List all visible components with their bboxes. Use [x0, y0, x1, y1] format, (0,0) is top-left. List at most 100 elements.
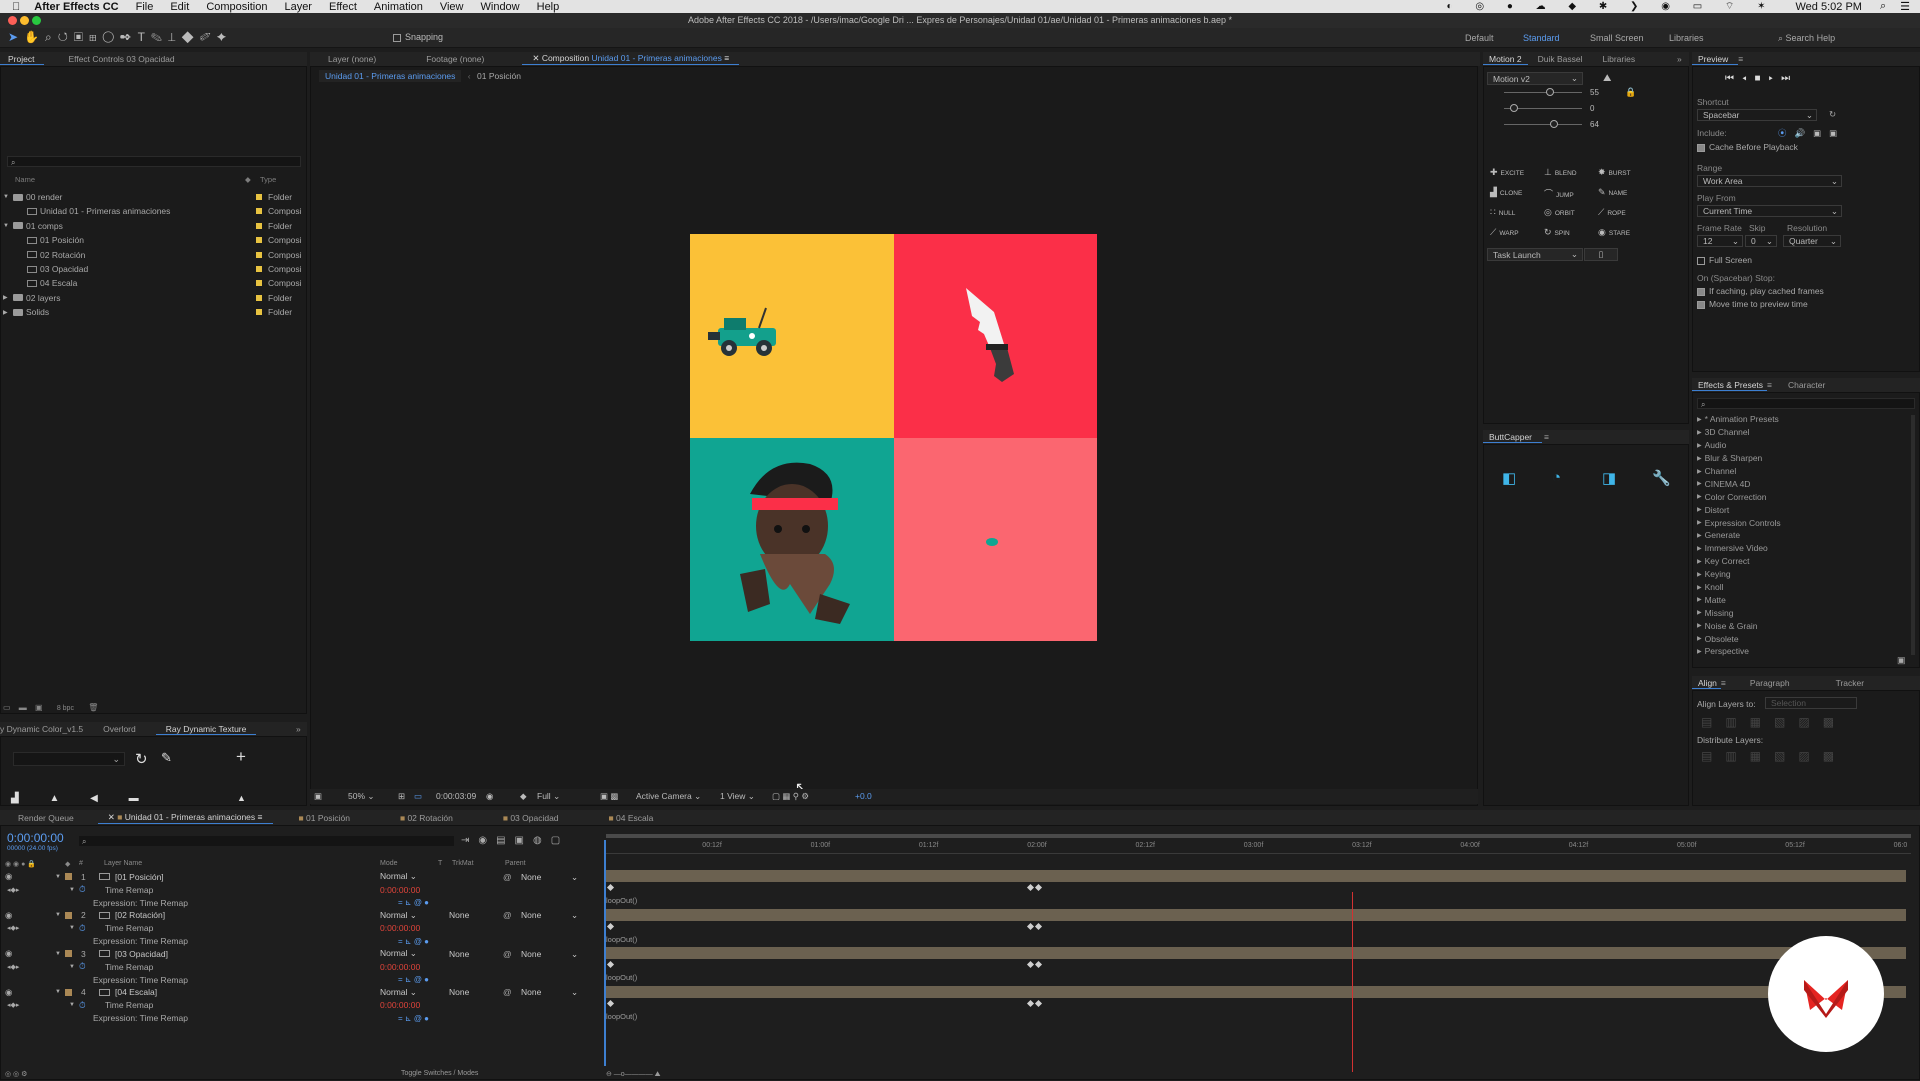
exposure-value[interactable]: +0.0: [855, 791, 872, 801]
expand-icon[interactable]: ▶: [1697, 545, 1702, 552]
brush-tool-icon[interactable]: ✎: [151, 30, 168, 44]
slider-track[interactable]: [1504, 124, 1582, 125]
project-item[interactable]: ▶ 02 layers Folder: [1, 291, 306, 305]
mode-dropdown[interactable]: Normal ⌄: [380, 871, 426, 882]
expression-text[interactable]: loopOut(): [606, 1012, 637, 1021]
time-remap-value[interactable]: 0:00:00:00: [380, 885, 420, 895]
tab-effects-presets[interactable]: Effects & Presets: [1692, 380, 1768, 391]
zoom-tool-icon[interactable]: ⌕: [45, 30, 58, 44]
stopwatch-icon[interactable]: ⏱: [79, 1000, 86, 1011]
keyframe[interactable]: [1026, 999, 1035, 1007]
shortcut-dropdown[interactable]: Spacebar ⌄: [1697, 109, 1817, 121]
skip-dropdown[interactable]: 0 ⌄: [1745, 235, 1777, 247]
cache-before-playback[interactable]: Cache Before Playback: [1697, 142, 1798, 152]
texture-tool-icons[interactable]: ▟ ▲ ◀ ▬: [11, 793, 153, 804]
tab-preview[interactable]: Preview: [1692, 54, 1739, 65]
expand-icon[interactable]: ▶: [1697, 635, 1702, 642]
motion-excite-button[interactable]: ✚ EXCITE: [1490, 167, 1524, 178]
project-item[interactable]: 02 Rotación Composi: [1, 248, 306, 262]
slider-value[interactable]: 0: [1590, 104, 1594, 113]
brush-icon[interactable]: ✎: [161, 750, 172, 766]
layer-name[interactable]: [01 Posición]: [115, 872, 164, 882]
tab-effect-controls[interactable]: Effect Controls 03 Opacidad: [44, 54, 184, 64]
tab-tracker[interactable]: Tracker: [1800, 678, 1875, 688]
effects-search[interactable]: ⌕: [1697, 398, 1915, 409]
menu-effect[interactable]: Effect: [329, 1, 357, 13]
close-icon[interactable]: ✕: [108, 812, 117, 822]
interpret-footage-icon[interactable]: ▭: [3, 703, 11, 712]
label-color-swatch[interactable]: [256, 237, 262, 244]
stopwatch-icon[interactable]: ⏱: [79, 884, 86, 895]
viewer-timecode[interactable]: 0:00:03:09: [436, 791, 476, 801]
label-color-swatch[interactable]: [256, 222, 262, 229]
label-color-swatch[interactable]: [256, 309, 262, 316]
camera-tool-icon[interactable]: ▣: [74, 30, 89, 44]
resolution-dropdown[interactable]: Quarter ⌄: [1783, 235, 1841, 247]
always-preview-icon[interactable]: ▣: [314, 791, 322, 802]
effects-category[interactable]: ▶ Audio: [1697, 439, 1897, 452]
col-layer-name[interactable]: Layer Name: [104, 860, 142, 867]
range-dropdown[interactable]: Work Area ⌄: [1697, 175, 1842, 187]
notification-icon[interactable]: ☰: [1900, 0, 1910, 13]
keyframe[interactable]: [1026, 922, 1035, 930]
expression-controls-icon[interactable]: = ⊾ @ ●: [398, 937, 429, 946]
project-item[interactable]: 01 Posición Composi: [1, 233, 306, 247]
workspace-standard[interactable]: Standard: [1523, 33, 1560, 43]
layer-name[interactable]: [02 Rotación]: [115, 910, 165, 920]
mode-dropdown[interactable]: Normal ⌄: [380, 987, 426, 998]
type-tool-icon[interactable]: T: [138, 30, 151, 44]
label-color-swatch[interactable]: [256, 251, 262, 258]
expand-icon[interactable]: ▶: [1697, 429, 1702, 436]
texture-dropdown[interactable]: ⌄: [13, 752, 125, 766]
visibility-icon[interactable]: ◉: [5, 948, 12, 959]
visibility-icon[interactable]: ◉: [5, 910, 12, 921]
expression-controls-icon[interactable]: = ⊾ @ ●: [398, 1014, 429, 1023]
label-color-swatch[interactable]: [65, 873, 72, 880]
col-mode[interactable]: Mode: [380, 860, 398, 867]
expression-text[interactable]: loopOut(): [606, 935, 637, 944]
effects-category[interactable]: ▶ Keying: [1697, 568, 1897, 581]
layer-duration-bar[interactable]: [606, 985, 1906, 998]
motion-orbit-button[interactable]: ◎ ORBIT: [1544, 207, 1575, 218]
parent-dropdown[interactable]: None ⌄: [521, 949, 583, 959]
tab-ray-dynamic-texture[interactable]: Ray Dynamic Texture: [155, 724, 257, 735]
expand-icon[interactable]: ▶: [1697, 493, 1702, 500]
label-color-swatch[interactable]: [256, 280, 262, 287]
workspace-libraries[interactable]: Libraries: [1669, 33, 1704, 43]
time-ruler[interactable]: 00:12f 01:00f 01:12f 02:00f 02:12f 03:00f 03:1…: [606, 840, 1911, 854]
project-search[interactable]: ⌕: [7, 156, 301, 167]
panel-overflow-icon[interactable]: »: [1677, 54, 1682, 64]
stop-option-cache[interactable]: If caching, play cached frames: [1697, 286, 1824, 296]
tab-dynamic-color[interactable]: y Dynamic Color_v1.5: [0, 724, 93, 734]
menu-file[interactable]: File: [136, 1, 154, 13]
col-type[interactable]: Type: [260, 175, 276, 184]
col-name[interactable]: Name: [15, 175, 35, 184]
close-icon[interactable]: ✕: [532, 53, 541, 63]
expand-icon[interactable]: ▶: [1697, 622, 1702, 629]
twirl-icon[interactable]: ▼: [69, 1002, 75, 1008]
menu-edit[interactable]: Edit: [170, 1, 189, 13]
tab-footage[interactable]: Footage (none): [386, 54, 494, 64]
stop-icon[interactable]: ■: [1755, 73, 1769, 84]
motion-clone-button[interactable]: ▟ CLONE: [1490, 187, 1522, 198]
motion-slider[interactable]: 0: [1490, 103, 1610, 115]
pan-behind-tool-icon[interactable]: ⊞: [89, 30, 103, 44]
tab-libraries[interactable]: Libraries: [1593, 54, 1646, 64]
trkmat-dropdown[interactable]: None: [449, 910, 497, 920]
twirl-icon[interactable]: ▼: [3, 194, 13, 200]
zoom-slider[interactable]: ⊖ —o———— ⛰: [606, 1070, 661, 1079]
keyframe[interactable]: [1034, 922, 1043, 930]
tab-project[interactable]: Project: [0, 54, 45, 65]
twirl-icon[interactable]: ▼: [3, 223, 13, 229]
eraser-tool-icon[interactable]: ◆: [182, 30, 200, 44]
tab-paragraph[interactable]: Paragraph: [1726, 678, 1800, 688]
tool-icons[interactable]: ➤✋⌕↺▣⊞◯✒T✎⊥◆✐✦: [8, 30, 232, 45]
toggle-switches-modes[interactable]: Toggle Switches / Modes: [401, 1070, 478, 1077]
tab-duik[interactable]: Duik Bassel: [1528, 54, 1593, 64]
expand-icon[interactable]: ▶: [1697, 480, 1702, 487]
effects-category[interactable]: ▶ Knoll: [1697, 581, 1897, 594]
twirl-icon[interactable]: ▼: [55, 912, 61, 918]
keyframe[interactable]: [1034, 883, 1043, 892]
include-icons[interactable]: ⦿🔊▣▣: [1778, 127, 1845, 139]
parent-dropdown[interactable]: None ⌄: [521, 987, 583, 997]
